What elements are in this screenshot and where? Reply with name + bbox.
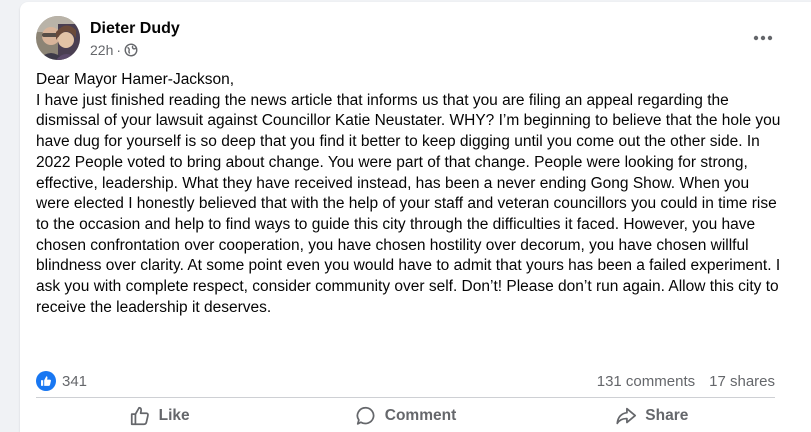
share-icon (615, 405, 637, 427)
avatar[interactable] (36, 16, 80, 60)
like-button-label: Like (158, 406, 190, 424)
post-greeting: Dear Mayor Hamer-Jackson, (36, 71, 235, 88)
avatar-photo (36, 16, 80, 60)
globe-icon[interactable] (124, 43, 138, 57)
post-stats: 341 131 comments 17 shares (36, 368, 775, 394)
comments-count[interactable]: 131 comments (597, 373, 695, 390)
post-paragraph: I have just finished reading the news ar… (36, 91, 781, 316)
more-options-icon (753, 35, 773, 41)
comment-button-label: Comment (384, 406, 457, 424)
comment-button[interactable]: Comment (282, 399, 528, 432)
share-button[interactable]: Share (529, 399, 775, 432)
reaction-count: 341 (62, 372, 88, 390)
comment-icon (355, 405, 377, 427)
post-actions: Like Comment Share (36, 399, 775, 432)
reactions-summary[interactable]: 341 (36, 371, 87, 391)
meta-separator: · (116, 41, 122, 58)
post-meta: 22h · (90, 42, 180, 58)
engagement-counts: 131 comments 17 shares (597, 373, 775, 390)
like-button[interactable]: Like (36, 399, 282, 432)
author-name[interactable]: Dieter Dudy (90, 19, 180, 39)
like-reaction-icon (36, 371, 56, 391)
more-options-button[interactable] (745, 20, 781, 56)
post-timestamp[interactable]: 22h (90, 42, 113, 58)
shares-count[interactable]: 17 shares (709, 373, 775, 390)
post-header: Dieter Dudy 22h · (36, 14, 180, 62)
share-button-label: Share (645, 406, 689, 424)
thumbs-up-icon (129, 405, 151, 427)
actions-divider (36, 397, 775, 398)
post-text: Dear Mayor Hamer-Jackson, I have just fi… (36, 70, 781, 318)
post-card: Dieter Dudy 22h · Dear Mayor Hamer-Jacks… (20, 2, 811, 432)
author-block: Dieter Dudy 22h · (90, 19, 180, 58)
